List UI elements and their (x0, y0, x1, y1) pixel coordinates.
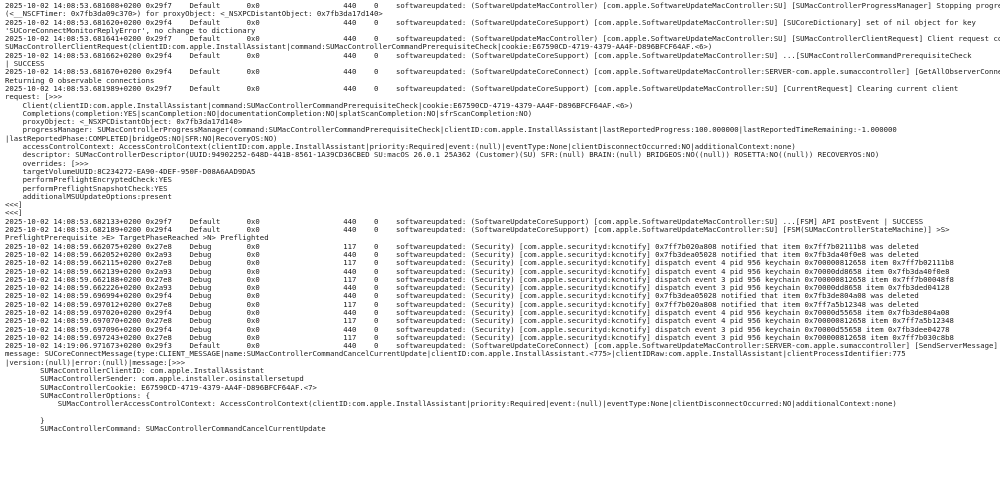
log-line: descriptor: SUMacControllerDescriptor(UU… (5, 151, 880, 160)
log-line: 2025-10-02 14:08:59.696994+0200 0x29f4 D… (5, 292, 919, 301)
log-line: performPreflightEncryptedCheck:YES (5, 176, 172, 185)
log-line: targetVolumeUUID:8C234272-EA90-4DEF-950F… (5, 167, 256, 176)
log-line: performPreflightSnapshotCheck:YES (5, 184, 168, 193)
log-line: 2025-10-02 14:08:59.662188+0200 0x27e8 D… (5, 275, 954, 284)
log-line: SUMacControllerClientID: com.apple.Insta… (5, 367, 265, 376)
log-line: message: SUCoreConnectMessage(type:CLIEN… (5, 350, 906, 359)
log-line: 2025-10-02 14:08:53.681641+0200 0x29f7 D… (5, 35, 1000, 44)
log-line: accessControlContext: AccessControlConte… (5, 143, 796, 152)
log-line: SUMacControllerSender: com.apple.install… (5, 375, 304, 384)
log-line: 2025-10-02 14:08:59.662052+0200 0x2a93 D… (5, 250, 919, 259)
log-line: } (5, 416, 45, 425)
log-line: <<<] (5, 201, 23, 210)
log-line: 2025-10-02 14:08:53.681989+0200 0x29f7 D… (5, 84, 959, 93)
log-line: 2025-10-02 14:08:59.697070+0200 0x27e8 D… (5, 317, 954, 326)
log-line: 2025-10-02 14:08:59.662139+0200 0x2a93 D… (5, 267, 950, 276)
log-line: 2025-10-02 14:08:53.682133+0200 0x29f7 D… (5, 217, 924, 226)
log-line: SUMacControllerCommand: SUMacControllerC… (5, 425, 326, 434)
log-line: proxyObject: <_NSXPCDistantObject: 0x7fb… (5, 118, 243, 127)
log-line: 2025-10-02 14:08:59.697020+0200 0x29f4 D… (5, 308, 950, 317)
log-line: Returning 0 observable connections (5, 76, 155, 85)
log-line: 2025-10-02 14:08:53.682189+0200 0x29f4 D… (5, 226, 950, 235)
log-line: SUMacControllerAccessControlContext: Acc… (5, 400, 897, 409)
log-line: SUMacControllerClientRequest(clientID:co… (5, 43, 713, 52)
log-line: request: [>>> (5, 93, 63, 102)
log-line: progressManager: SUMacControllerProgress… (5, 126, 897, 135)
log-line: 2025-10-02 14:08:53.681662+0200 0x29f4 D… (5, 51, 972, 60)
log-line: SUMacControllerOptions: { (5, 391, 150, 400)
log-line: 2025-10-02 14:08:53.681620+0200 0x29f4 D… (5, 18, 976, 27)
log-line: 2025-10-02 14:08:53.681670+0200 0x29f4 D… (5, 68, 1000, 77)
log-line: 2025-10-02 14:08:59.662226+0200 0x2a93 D… (5, 284, 950, 293)
log-line: |version:(null)|error:(null)|message:[>>… (5, 358, 186, 367)
log-line: 2025-10-02 14:08:53.681608+0200 0x29f7 D… (5, 2, 1000, 10)
log-line: overrides: [>>> (5, 159, 89, 168)
log-line: SUMacControllerCookie: E67590CD-4719-437… (5, 383, 317, 392)
log-line: |lastReportedPhase:COMPLETED|bridgeOS:NO… (5, 134, 278, 143)
log-line: 2025-10-02 14:08:59.697243+0200 0x27e8 D… (5, 333, 954, 342)
log-line: 2025-10-02 14:08:59.697012+0200 0x27e8 D… (5, 300, 919, 309)
log-line: 2025-10-02 14:08:59.697096+0200 0x29f4 D… (5, 325, 950, 334)
log-line: (<__NSCFTimer: 0x7fb3da09c370>) for prox… (5, 10, 383, 19)
log-line: Client(clientID:com.apple.InstallAssista… (5, 101, 634, 110)
log-line: additionalMSUUpdateOptions:present (5, 192, 172, 201)
log-line: 'SUCoreConnectMonitorReplyError', no cha… (5, 26, 256, 35)
log-view[interactable]: 2025-10-02 14:08:53.681608+0200 0x29f7 D… (0, 0, 1000, 499)
log-line: PreflightPrerequisite >E> TargetPhaseRea… (5, 234, 269, 243)
log-line: 2025-10-02 14:19:06.971673+0200 0x29f3 D… (5, 342, 1000, 351)
log-line: <<<] (5, 209, 23, 218)
log-line: Completions(completion:YES|scanCompletio… (5, 109, 533, 118)
log-line: 2025-10-02 14:08:59.662115+0200 0x27e8 D… (5, 259, 954, 268)
log-line: 2025-10-02 14:08:59.662075+0200 0x27e8 D… (5, 242, 919, 251)
log-line: | SUCCESS (5, 60, 45, 69)
